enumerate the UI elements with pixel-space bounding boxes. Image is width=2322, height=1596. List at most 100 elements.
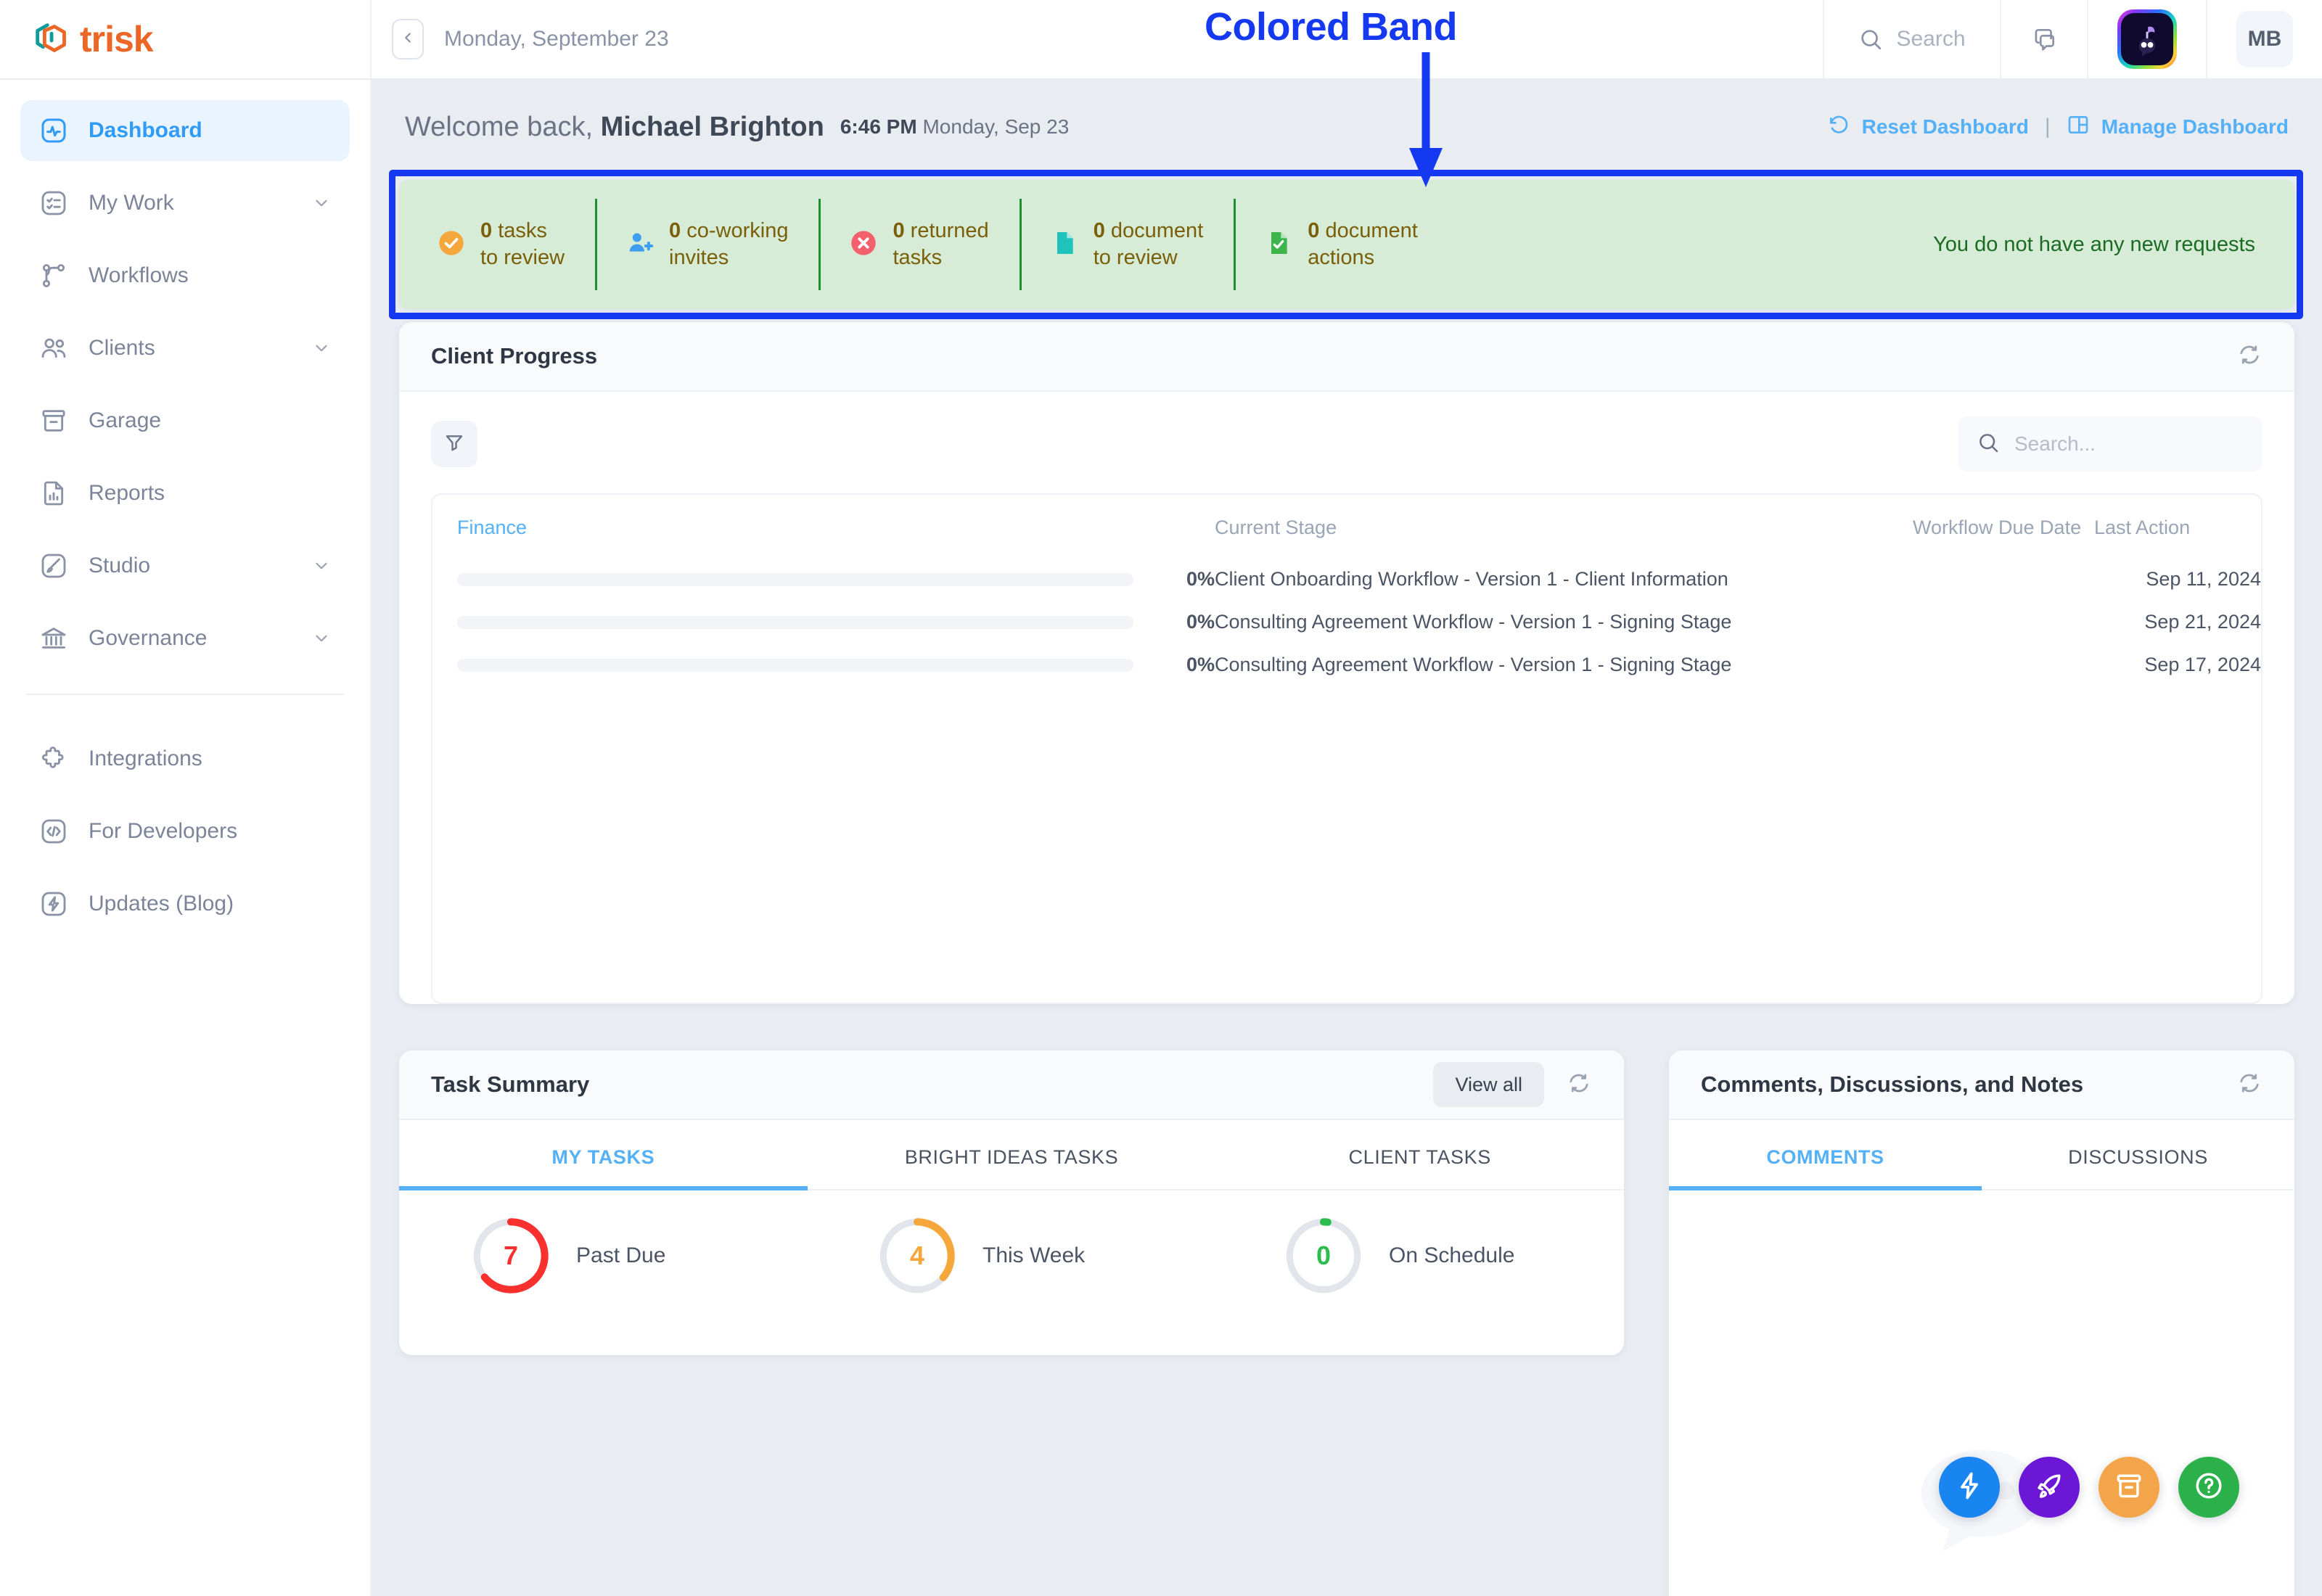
checklist-icon xyxy=(39,189,73,218)
table-row[interactable]: 0% Client Onboarding Workflow - Version … xyxy=(432,558,2261,601)
global-search-button[interactable]: Search xyxy=(1823,0,2000,78)
welcome-text: Welcome back, Michael Brighton xyxy=(405,112,824,143)
chevron-down-icon xyxy=(312,629,331,648)
tab-my-tasks[interactable]: MY TASKS xyxy=(399,1120,808,1190)
band-item-line2: invites xyxy=(669,246,729,269)
due-date-cell xyxy=(1913,643,2094,686)
actions-separator: | xyxy=(2044,115,2051,139)
reset-dashboard-button[interactable]: Reset Dashboard xyxy=(1827,113,2029,141)
sidebar-item-my-work[interactable]: My Work xyxy=(20,173,350,234)
current-time: 6:46 PM xyxy=(840,115,917,138)
client-progress-search-placeholder: Search... xyxy=(2014,432,2096,455)
view-all-button[interactable]: View all xyxy=(1433,1062,1544,1107)
task-summary-tabs: MY TASKS BRIGHT IDEAS TASKS CLIENT TASKS xyxy=(399,1120,1624,1190)
band-item-document-actions[interactable]: 0 document actions xyxy=(1234,180,1448,309)
sidebar-item-updates-blog[interactable]: Updates (Blog) xyxy=(20,873,350,934)
fab-help[interactable] xyxy=(2178,1457,2239,1518)
chat-button[interactable] xyxy=(2000,0,2087,78)
sidebar-item-integrations[interactable]: Integrations xyxy=(20,728,350,789)
layout-grid-icon xyxy=(2067,113,2090,141)
table-row[interactable]: 0% Consulting Agreement Workflow - Versi… xyxy=(432,643,2261,686)
sidebar-item-dashboard[interactable]: Dashboard xyxy=(20,100,350,161)
document-check-icon xyxy=(1264,229,1293,261)
metric-past-due[interactable]: 7 Past Due xyxy=(399,1215,805,1296)
dashboard-pulse-icon xyxy=(39,116,73,145)
sidebar: Dashboard My Work Workflows Clients Gara… xyxy=(0,80,372,1596)
tab-client-tasks[interactable]: CLIENT TASKS xyxy=(1215,1120,1624,1189)
sidebar-item-studio[interactable]: Studio xyxy=(20,535,350,596)
refresh-icon[interactable] xyxy=(2236,342,2262,371)
welcome-prefix: Welcome back, xyxy=(405,111,594,142)
due-date-cell xyxy=(1913,558,2094,601)
progress-cell xyxy=(432,558,1158,601)
task-summary-card: Task Summary View all MY TASKS BRIGHT ID… xyxy=(399,1050,1624,1355)
bank-icon xyxy=(39,624,73,653)
band-item-co-working-invites[interactable]: 0 co-working invites xyxy=(595,180,819,309)
donut-chart-on-schedule: 0 xyxy=(1283,1215,1364,1296)
metric-label: Past Due xyxy=(576,1243,666,1267)
metric-label: On Schedule xyxy=(1389,1243,1515,1267)
sidebar-item-reports[interactable]: Reports xyxy=(20,463,350,524)
progress-bar xyxy=(457,615,1133,629)
tab-discussions[interactable]: DISCUSSIONS xyxy=(1982,1120,2294,1189)
metric-on-schedule[interactable]: 0 On Schedule xyxy=(1212,1215,1618,1296)
last-action-cell: Sep 21, 2024 xyxy=(2144,611,2261,633)
stage-cell: Consulting Agreement Workflow - Version … xyxy=(1215,611,1732,633)
sidebar-item-workflows[interactable]: Workflows xyxy=(20,245,350,306)
filter-funnel-icon xyxy=(443,431,466,458)
comments-tabs: COMMENTS DISCUSSIONS xyxy=(1669,1120,2294,1190)
filter-button[interactable] xyxy=(431,421,477,467)
band-status: You do not have any new requests xyxy=(1933,180,2287,309)
tab-comments[interactable]: COMMENTS xyxy=(1669,1120,1982,1190)
code-icon xyxy=(39,817,73,846)
brand-logo[interactable]: trisk xyxy=(0,0,372,78)
comments-empty-state: Here you will have comments from tasks xyxy=(1669,1190,2294,1596)
client-progress-search-input[interactable]: Search... xyxy=(1958,416,2262,472)
sidebar-item-governance[interactable]: Governance xyxy=(20,608,350,669)
manage-dashboard-button[interactable]: Manage Dashboard xyxy=(2067,113,2289,141)
sidebar-item-clients[interactable]: Clients xyxy=(20,318,350,379)
client-progress-card: Client Progress Search... Finance Curren… xyxy=(399,322,2294,1004)
percent-cell: 0% xyxy=(1186,568,1215,590)
down-arrow-icon xyxy=(1404,52,1448,190)
progress-cell xyxy=(432,643,1158,686)
band-item-returned-tasks[interactable]: 0 returned tasks xyxy=(819,180,1019,309)
band-item-line2: tasks xyxy=(893,246,943,269)
band-item-text: 0 document to review xyxy=(1094,218,1204,271)
check-circle-icon xyxy=(437,229,466,261)
fab-launch[interactable] xyxy=(2019,1457,2080,1518)
main-content: Welcome back, Michael Brighton 6:46 PM M… xyxy=(372,80,2322,1596)
manage-dashboard-label: Manage Dashboard xyxy=(2101,115,2289,138)
fab-quick-actions[interactable] xyxy=(1939,1457,2000,1518)
user-plus-icon xyxy=(625,229,655,261)
welcome-timestamp: 6:46 PM Monday, Sep 23 xyxy=(840,115,1069,139)
sidebar-collapse-button[interactable] xyxy=(392,19,424,59)
user-menu-button[interactable]: MB xyxy=(2206,0,2322,78)
fab-archive[interactable] xyxy=(2099,1457,2159,1518)
band-item-tasks-to-review[interactable]: 0 tasks to review xyxy=(406,180,595,309)
band-item-text: 0 returned tasks xyxy=(893,218,988,271)
user-initials: MB xyxy=(2236,11,2293,67)
tab-bright-ideas-tasks[interactable]: BRIGHT IDEAS TASKS xyxy=(808,1120,1216,1189)
ai-assistant-button[interactable] xyxy=(2087,0,2206,78)
band-item-text: 0 document actions xyxy=(1308,218,1418,271)
table-row[interactable]: 0% Consulting Agreement Workflow - Versi… xyxy=(432,601,2261,643)
column-header-category[interactable]: Finance xyxy=(432,495,1158,558)
sidebar-item-label: My Work xyxy=(89,191,174,215)
refresh-icon[interactable] xyxy=(2236,1070,2262,1100)
band-item-count: 0 xyxy=(1308,219,1320,243)
band-item-document-to-review[interactable]: 0 document to review xyxy=(1019,180,1234,309)
column-header-stage: Current Stage xyxy=(1215,517,1337,538)
refresh-icon[interactable] xyxy=(1566,1070,1592,1100)
progress-cell xyxy=(432,601,1158,643)
chevron-down-icon xyxy=(312,556,331,575)
sidebar-item-for-developers[interactable]: For Developers xyxy=(20,801,350,862)
metric-this-week[interactable]: 4 This Week xyxy=(805,1215,1212,1296)
percent-cell: 0% xyxy=(1186,654,1215,675)
due-date-cell xyxy=(1913,601,2094,643)
current-day: Monday, Sep 23 xyxy=(922,115,1070,138)
chevron-left-icon xyxy=(400,30,416,49)
donut-chart-this-week: 4 xyxy=(877,1215,958,1296)
metric-value: 4 xyxy=(909,1241,925,1270)
sidebar-item-garage[interactable]: Garage xyxy=(20,390,350,451)
